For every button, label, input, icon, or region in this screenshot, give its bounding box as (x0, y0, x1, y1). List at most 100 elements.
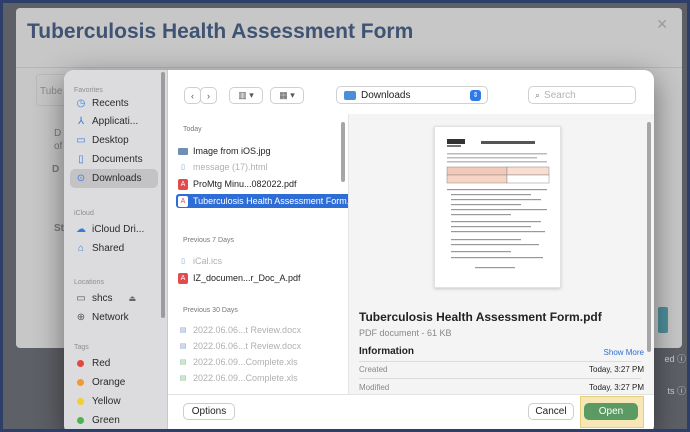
sidebar-scrollbar[interactable] (161, 72, 165, 318)
file-row[interactable]: A IZ_documen...r_Doc_A.pdf (178, 271, 343, 285)
sidebar-item-icloud-drive[interactable]: ☁ iCloud Dri... (70, 220, 158, 239)
background-text-fragment: D (52, 164, 60, 175)
back-button[interactable]: ‹ (184, 87, 201, 104)
show-more-link[interactable]: Show More (604, 348, 644, 357)
sidebar-item-downloads[interactable]: ⊙ Downloads (70, 169, 158, 188)
clock-icon: ◷ (76, 98, 86, 109)
sidebar-tag-orange[interactable]: Orange (70, 373, 158, 392)
shared-folder-icon: ⌂ (77, 243, 85, 254)
file-row[interactable]: ▯ message (17).html (178, 160, 343, 174)
folder-icon (344, 90, 356, 100)
file-name: 2022.06.09...Complete.xls (193, 373, 298, 383)
sidebar-section-icloud: iCloud (74, 210, 94, 217)
sidebar-item-label: Green (92, 415, 120, 426)
view-group-button[interactable]: ▦ ▾ (270, 87, 304, 104)
computer-icon: ▭ (76, 293, 86, 304)
sidebar-item-label: shcs (92, 293, 113, 304)
image-file-icon (178, 147, 188, 155)
file-row[interactable]: Image from iOS.jpg (178, 144, 343, 158)
created-value: Today, 3:27 PM (589, 365, 644, 374)
sidebar-tag-red[interactable]: Red (70, 354, 158, 373)
file-row[interactable]: ▤ 2022.06.09...Complete.xls (178, 371, 343, 385)
location-popup[interactable]: Downloads ⇕ (336, 86, 488, 104)
open-button[interactable]: Open (584, 403, 638, 420)
apps-icon: ⅄ (77, 116, 85, 127)
eject-icon[interactable]: ⏏ (129, 294, 137, 303)
sidebar-item-recents[interactable]: ◷ Recents (70, 94, 158, 113)
options-button[interactable]: Options (183, 403, 235, 420)
sidebar-section-locations: Locations (74, 279, 104, 286)
view-columns-button[interactable]: ▥ ▾ (229, 87, 263, 104)
file-row[interactable]: A ProMtg Minu...082022.pdf (178, 177, 343, 191)
sidebar-item-network[interactable]: ⊕ Network (70, 308, 158, 327)
spreadsheet-file-icon: ▤ (179, 358, 187, 366)
location-label: Downloads (361, 89, 411, 101)
search-placeholder: Search (544, 89, 576, 101)
document-thumbnail (434, 126, 561, 288)
info-divider (359, 378, 641, 379)
desktop-icon: ▭ (76, 135, 86, 146)
sidebar-item-label: Red (92, 358, 111, 369)
tag-dot-icon (77, 398, 84, 405)
sidebar-item-label: Orange (92, 377, 126, 388)
preview-pane: Tuberculosis Health Assessment Form.pdf … (349, 114, 654, 394)
dialog-toolbar: ‹ › ▥ ▾ ▦ ▾ Downloads ⇕ ⌕ Search (168, 70, 654, 114)
file-row[interactable]: ▤ 2022.06.09...Complete.xls (178, 355, 343, 369)
background-text-fragment: D (54, 128, 62, 139)
search-field[interactable]: ⌕ Search (528, 86, 636, 104)
file-row[interactable]: ▤ 2022.06.06...t Review.docx (178, 339, 343, 353)
file-name: Tuberculosis Health Assessment Form.pdf (193, 196, 362, 206)
tag-dot-icon (77, 379, 84, 386)
forward-button[interactable]: › (200, 87, 217, 104)
file-row[interactable]: ▤ 2022.06.06...t Review.docx (178, 323, 343, 337)
modified-value: Today, 3:27 PM (589, 383, 644, 392)
background-info-text: ed ⓘ (664, 354, 686, 364)
file-name: IZ_documen...r_Doc_A.pdf (193, 273, 301, 283)
info-divider (359, 361, 641, 362)
pdf-file-icon: A (178, 178, 188, 190)
background-button (658, 307, 668, 333)
page-title: Tuberculosis Health Assessment Form (27, 20, 414, 43)
cancel-button[interactable]: Cancel (528, 403, 574, 420)
sidebar-item-label: Network (92, 312, 129, 323)
sidebar-section-favorites: Favorites (74, 87, 103, 94)
sidebar-item-label: Desktop (92, 135, 129, 146)
preview-scrollbar[interactable] (647, 122, 651, 352)
sidebar-item-label: Shared (92, 243, 125, 254)
sidebar-item-shared[interactable]: ⌂ Shared (70, 239, 158, 258)
background-info-text: ts ⓘ (667, 386, 686, 396)
modified-label: Modified (359, 383, 390, 392)
sidebar-tag-green[interactable]: Green (70, 411, 158, 430)
sidebar-item-label: iCloud Dri... (92, 224, 145, 235)
sidebar-item-label: Documents (92, 154, 143, 165)
search-icon: ⌕ (535, 89, 541, 100)
file-name: 2022.06.09...Complete.xls (193, 357, 298, 367)
spreadsheet-file-icon: ▤ (179, 374, 187, 382)
tag-dot-icon (77, 360, 84, 367)
html-file-icon: ▯ (181, 163, 185, 171)
file-name: 2022.06.06...t Review.docx (193, 325, 302, 335)
sidebar-item-documents[interactable]: ▯ Documents (70, 150, 158, 169)
file-row[interactable]: ▯ iCal.ics (178, 254, 343, 268)
background-text-fragment: of (54, 141, 63, 152)
calendar-file-icon: ▯ (181, 257, 185, 265)
file-open-dialog: Favorites ◷ Recents ⅄ Applicati... ▭ Des… (64, 70, 654, 432)
sidebar-section-tags: Tags (74, 344, 89, 351)
file-name: 2022.06.06...t Review.docx (193, 341, 302, 351)
created-label: Created (359, 365, 388, 374)
pdf-file-icon: A (178, 272, 188, 284)
sidebar-item-desktop[interactable]: ▭ Desktop (70, 131, 158, 150)
sidebar-tag-yellow[interactable]: Yellow (70, 392, 158, 411)
pdf-file-icon: A (178, 195, 188, 207)
document-thumbnail-graphic (446, 139, 550, 269)
file-name: Image from iOS.jpg (193, 146, 271, 156)
word-file-icon: ▤ (179, 342, 187, 350)
file-name: ProMtg Minu...082022.pdf (193, 179, 297, 189)
cloud-icon: ☁ (76, 224, 86, 235)
sidebar-item-shcs[interactable]: ▭ shcs ⏏ (70, 289, 158, 308)
sidebar-item-applications[interactable]: ⅄ Applicati... (70, 112, 158, 131)
file-list: Today Image from iOS.jpg ▯ message (17).… (168, 114, 392, 394)
preview-file-kind: PDF document - 61 KB (359, 328, 452, 338)
background-text-fragment: St (54, 223, 64, 234)
close-icon[interactable]: ✕ (656, 16, 668, 33)
